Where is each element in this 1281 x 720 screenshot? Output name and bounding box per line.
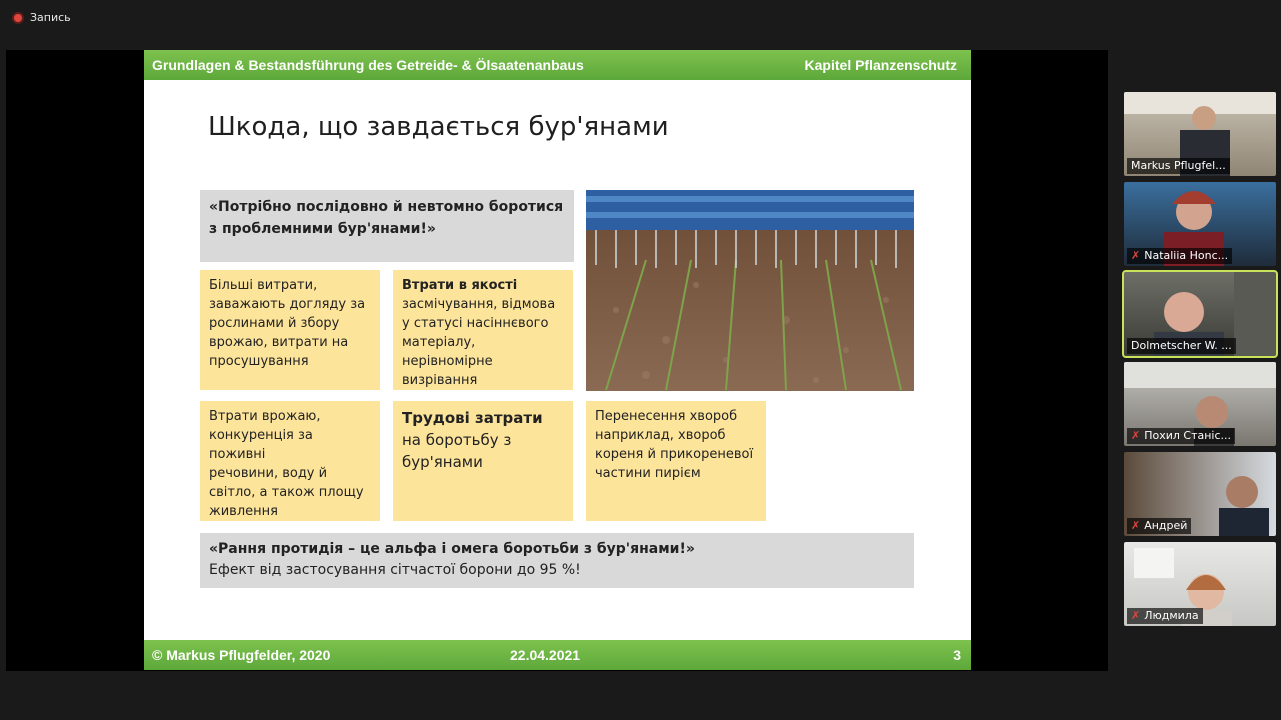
- footer-copyright: © Markus Pflugfelder, 2020: [152, 647, 331, 663]
- box4-line: бур'янами: [402, 453, 483, 471]
- participant-tile[interactable]: ✗ Похил Станіс...: [1124, 362, 1276, 446]
- box5-line: кореня й прикореневої: [595, 447, 754, 462]
- box2-line: нерівномірне: [402, 354, 493, 369]
- box2-line: у статусі насіннєвого: [402, 316, 549, 331]
- box3-line: конкуренція за поживні: [209, 428, 313, 462]
- slide-header-chapter: Kapitel Pflanzenschutz: [804, 57, 957, 73]
- box2-title: Втрати в якості: [402, 278, 518, 293]
- quote-box-bottom: «Рання протидія – це альфа і омега борот…: [200, 533, 914, 588]
- muted-mic-icon: ✗: [1131, 519, 1141, 532]
- quote-top-line2: з проблемними бур'янами!»: [209, 221, 436, 237]
- presentation-slide: Grundlagen & Bestandsführung des Getreid…: [144, 50, 971, 670]
- box2-line: матеріалу,: [402, 335, 476, 350]
- box1-line: Більші витрати,: [209, 278, 318, 293]
- recording-label: Запись: [30, 11, 71, 24]
- participant-tile-active[interactable]: Dolmetscher W. ...: [1122, 270, 1278, 358]
- muted-mic-icon: ✗: [1131, 609, 1141, 622]
- quote-bottom-text: «Рання протидія – це альфа і омега борот…: [209, 541, 695, 557]
- quote-box-top: «Потрібно послідовно й невтомно боротися…: [200, 190, 574, 262]
- box1-line: заважають догляду за: [209, 297, 366, 312]
- participant-name-text: Людмила: [1144, 609, 1199, 622]
- participant-tile[interactable]: ✗ Nataliia Honc...: [1124, 182, 1276, 266]
- muted-mic-icon: ✗: [1131, 429, 1141, 442]
- participant-name: Markus Pflugfel...: [1127, 158, 1230, 174]
- disease-transfer-box: Перенесення хвороб наприклад, хвороб кор…: [586, 401, 766, 521]
- labor-cost-box: Трудові затрати на боротьбу з бур'янами: [393, 401, 573, 521]
- muted-mic-icon: ✗: [1131, 249, 1141, 262]
- participant-name-text: Андрей: [1144, 519, 1188, 532]
- participant-name-text: Похил Станіс...: [1144, 429, 1232, 442]
- meeting-top-bar: Запись: [0, 0, 1281, 40]
- box3-line: Втрати врожаю,: [209, 409, 321, 424]
- box2-line: визрівання: [402, 373, 478, 388]
- quality-loss-box: Втрати в якості засмічування, відмова у …: [393, 270, 573, 390]
- box3-line: живлення: [209, 504, 278, 519]
- participant-name: ✗ Похил Станіс...: [1127, 428, 1236, 444]
- cost-increase-box: Більші витрати, заважають догляду за рос…: [200, 270, 380, 390]
- slide-title: Шкода, що завдається бур'янами: [208, 112, 669, 142]
- box5-line: наприклад, хвороб: [595, 428, 726, 443]
- box1-line: рослинами й збору: [209, 316, 340, 331]
- footer-date: 22.04.2021: [510, 647, 581, 663]
- quote-top-line1: «Потрібно послідовно й невтомно боротися: [209, 199, 564, 215]
- field-harrow-photo: [586, 190, 914, 391]
- box1-line: просушування: [209, 354, 309, 369]
- box5-line: частини пирієм: [595, 466, 701, 481]
- slide-header-course: Grundlagen & Bestandsführung des Getreid…: [152, 57, 584, 73]
- box1-line: врожаю, витрати на: [209, 335, 349, 350]
- box2-line: засмічування, відмова: [402, 297, 556, 312]
- participant-name-text: Nataliia Honc...: [1144, 249, 1229, 262]
- participant-name-text: Dolmetscher W. ...: [1131, 339, 1232, 352]
- box5-line: Перенесення хвороб: [595, 409, 738, 424]
- box4-line: на боротьбу з: [402, 431, 512, 449]
- participant-name: ✗ Nataliia Honc...: [1127, 248, 1233, 264]
- participant-tile[interactable]: ✗ Людмила: [1124, 542, 1276, 626]
- recording-indicator[interactable]: Запись: [12, 11, 71, 24]
- yield-loss-box: Втрати врожаю, конкуренція за поживні ре…: [200, 401, 380, 521]
- participant-name: ✗ Людмила: [1127, 608, 1203, 624]
- box3-line: світло, а також площу: [209, 485, 364, 500]
- slide-number: 3: [953, 647, 961, 663]
- participant-name: Dolmetscher W. ...: [1127, 338, 1236, 354]
- participant-tile[interactable]: Markus Pflugfel...: [1124, 92, 1276, 176]
- participant-name-text: Markus Pflugfel...: [1131, 159, 1226, 172]
- box4-title: Трудові затрати: [402, 409, 543, 427]
- quote-bottom-subtext: Ефект від застосування сітчастої борони …: [209, 562, 581, 578]
- box3-line: речовини, воду й: [209, 466, 328, 481]
- slide-footer: © Markus Pflugfelder, 2020 22.04.2021 3: [144, 640, 971, 670]
- slide-header: Grundlagen & Bestandsführung des Getreid…: [144, 50, 971, 80]
- participant-tile[interactable]: ✗ Андрей: [1124, 452, 1276, 536]
- participant-name: ✗ Андрей: [1127, 518, 1192, 534]
- record-icon: [12, 11, 24, 24]
